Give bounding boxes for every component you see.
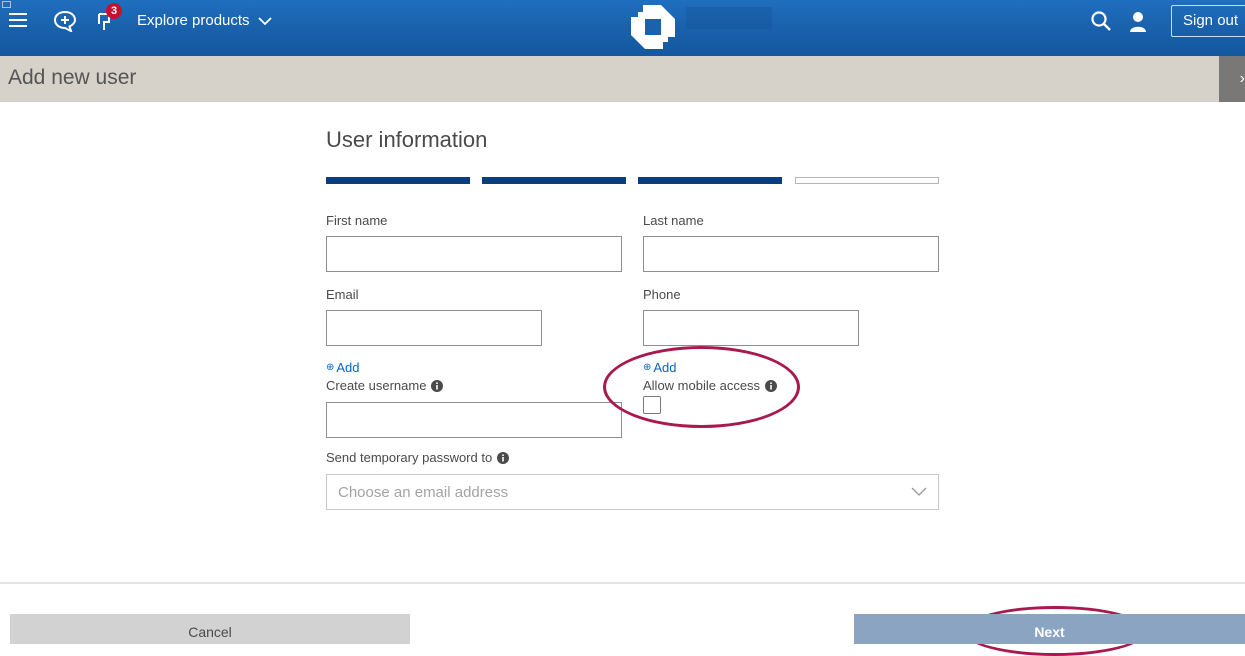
username-label: Create username xyxy=(326,378,444,393)
phone-field[interactable] xyxy=(643,310,859,346)
plus-circle-icon: ⊕ xyxy=(326,362,335,373)
chevron-down-icon xyxy=(911,487,927,496)
chevron-down-icon xyxy=(257,16,272,25)
section-title: User information xyxy=(326,127,488,152)
notification-count-badge: 3 xyxy=(106,3,122,19)
user-icon[interactable] xyxy=(1128,10,1148,34)
email-field[interactable] xyxy=(326,310,542,346)
last-name-field[interactable] xyxy=(643,236,939,272)
cancel-button[interactable]: Cancel xyxy=(10,614,410,644)
progress-step-1 xyxy=(326,177,470,184)
search-icon[interactable] xyxy=(1090,10,1112,32)
menu-icon[interactable] xyxy=(9,11,27,29)
logo-icon[interactable] xyxy=(628,2,678,52)
page-header: Add new user › xyxy=(0,56,1245,102)
first-name-label: First name xyxy=(326,213,387,228)
username-label-text: Create username xyxy=(326,378,427,393)
plus-circle-icon: ⊕ xyxy=(643,362,652,373)
info-icon[interactable] xyxy=(431,379,444,392)
add-email-label: Add xyxy=(336,360,360,375)
temp-password-label: Send temporary password to xyxy=(326,450,510,465)
feedback-icon[interactable] xyxy=(53,10,77,32)
last-name-label-text: Last name xyxy=(643,213,704,228)
temp-password-select-placeholder: Choose an email address xyxy=(338,484,509,501)
progress-step-3 xyxy=(638,177,782,184)
email-label: Email xyxy=(326,287,359,302)
explore-products-menu[interactable]: Explore products xyxy=(137,10,272,32)
add-email-link[interactable]: ⊕ Add xyxy=(326,360,360,375)
temp-password-email-select[interactable]: Choose an email address xyxy=(326,474,939,510)
page-title: Add new user xyxy=(8,66,137,89)
first-name-label-text: First name xyxy=(326,213,388,228)
username-field[interactable] xyxy=(326,402,622,438)
mobile-access-checkbox[interactable] xyxy=(643,396,661,414)
corner-mark xyxy=(2,1,11,8)
progress-step-2 xyxy=(482,177,626,184)
explore-products-label: Explore products xyxy=(137,12,250,29)
first-name-field[interactable] xyxy=(326,236,622,272)
add-phone-link[interactable]: ⊕ Add xyxy=(643,360,677,375)
phone-label-text: Phone xyxy=(643,287,681,302)
temp-password-label-text: Send temporary password to xyxy=(326,450,493,465)
logo-strip xyxy=(686,7,772,29)
mobile-access-label-text: Allow mobile access xyxy=(643,378,761,393)
phone-label: Phone xyxy=(643,287,681,302)
next-button[interactable]: Next xyxy=(854,614,1245,644)
last-name-label: Last name xyxy=(643,213,704,228)
progress-step-4 xyxy=(795,177,939,184)
add-phone-label: Add xyxy=(653,360,677,375)
close-panel-button[interactable]: › xyxy=(1219,56,1245,102)
info-icon[interactable] xyxy=(497,451,510,464)
sign-out-button[interactable]: Sign out xyxy=(1171,5,1245,37)
top-nav-bar: 3 Explore products Sign out xyxy=(0,0,1245,56)
mobile-access-label: Allow mobile access xyxy=(643,378,778,393)
footer-divider xyxy=(0,582,1245,584)
info-icon[interactable] xyxy=(765,379,778,392)
email-label-text: Email xyxy=(326,287,359,302)
